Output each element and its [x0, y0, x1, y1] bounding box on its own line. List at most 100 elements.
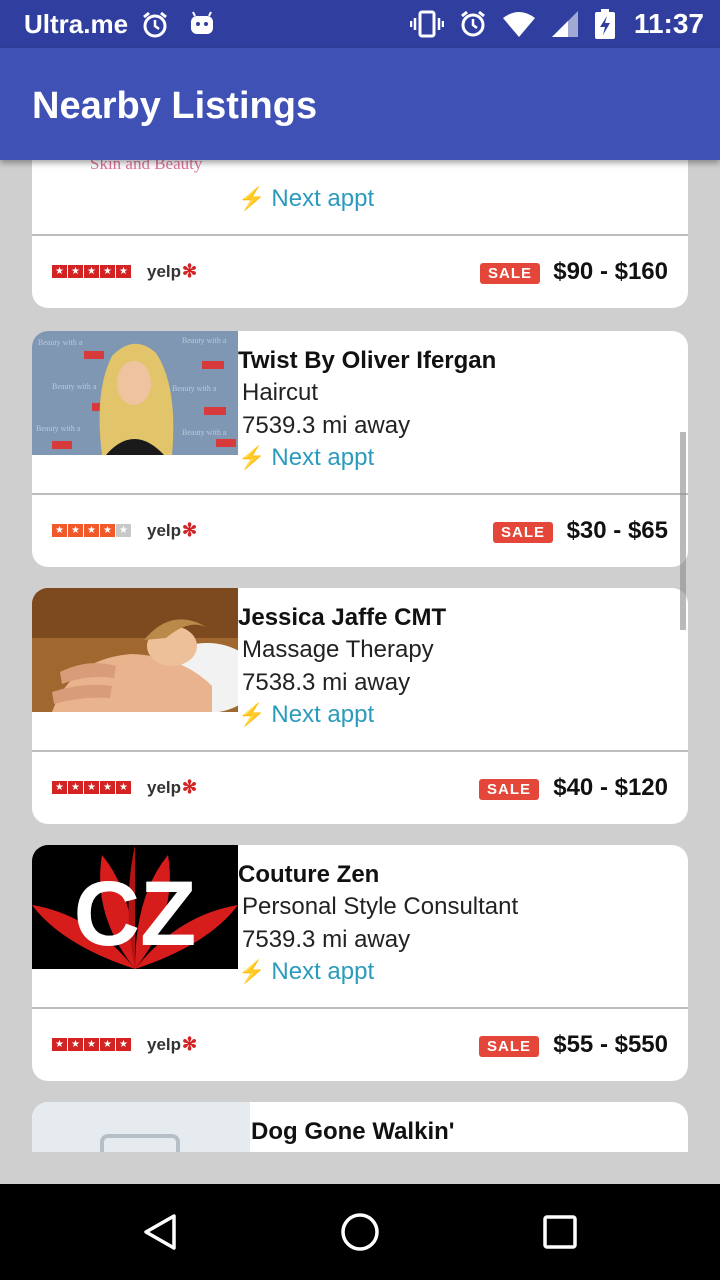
- divider: [32, 234, 688, 236]
- listing-photo: Beauty with a Beauty with a Beauty with a…: [32, 331, 238, 455]
- listing-category: Personal Style Consultant: [242, 893, 519, 920]
- star-icon: ★: [52, 265, 67, 278]
- home-icon[interactable]: [330, 1202, 390, 1262]
- listing-name: Twist By Oliver Ifergan: [238, 347, 497, 374]
- listing-card[interactable]: CZ Couture Zen Personal Style Consultant…: [32, 845, 688, 1081]
- yelp-logo: yelp✻: [147, 1034, 197, 1055]
- bolt-icon: ⚡: [238, 186, 266, 211]
- status-icons: 11:37: [409, 8, 704, 40]
- listing-category: Haircut: [242, 379, 319, 406]
- sale-badge: SALE: [478, 1036, 539, 1057]
- star-icon: ★: [84, 781, 99, 794]
- listing-top: CZ Couture Zen Personal Style Consultant…: [32, 845, 688, 1007]
- listing-top: Beauty with a Beauty with a Beauty with a…: [32, 331, 688, 493]
- star-icon: ★: [68, 781, 83, 794]
- svg-text:Beauty with a: Beauty with a: [182, 428, 227, 437]
- listing-name: Couture Zen: [238, 861, 380, 888]
- vibrate-icon: [409, 10, 444, 38]
- price-range: $30 - $65: [566, 517, 668, 544]
- listing-card[interactable]: Jessica Jaffe CMT Massage Therapy 7538.3…: [32, 588, 688, 824]
- listing-category: Massage Therapy: [242, 636, 434, 663]
- recents-icon[interactable]: [530, 1202, 590, 1262]
- logo-text: CZ: [74, 863, 197, 965]
- listing-logo-text: Skin and Beauty: [90, 160, 203, 173]
- yelp-rating-stars: ★ ★ ★ ★ ★: [52, 1038, 131, 1051]
- star-icon: ★: [84, 265, 99, 278]
- listing-photo-placeholder: [32, 1102, 250, 1152]
- yelp-text: yelp: [147, 262, 182, 281]
- listing-name: Dog Gone Walkin': [251, 1118, 455, 1145]
- next-appt-link[interactable]: ⚡ Next appt: [238, 958, 374, 986]
- star-icon: ★: [100, 1038, 115, 1051]
- app-bar: Nearby Listings: [0, 48, 720, 160]
- sale-badge: SALE: [479, 263, 540, 284]
- scrollbar[interactable]: [680, 432, 686, 630]
- yelp-logo: yelp✻: [147, 777, 197, 798]
- star-icon: ★: [84, 1038, 99, 1051]
- yelp-burst-icon: ✻: [182, 520, 198, 540]
- status-app-name: Ultra.me: [24, 9, 129, 39]
- bolt-icon: ⚡: [238, 445, 266, 470]
- star-icon: ★: [116, 781, 131, 794]
- star-icon: ★: [100, 524, 115, 537]
- alarm-icon: [460, 10, 485, 37]
- divider: [32, 1007, 688, 1009]
- price-range: $55 - $550: [553, 1031, 668, 1058]
- divider: [32, 750, 688, 752]
- next-appt-label: Next appt: [271, 701, 375, 728]
- navigation-bar: [0, 1184, 720, 1280]
- yelp-burst-icon: ✻: [182, 261, 198, 281]
- star-icon: ★: [84, 524, 99, 537]
- star-icon: ★: [100, 781, 115, 794]
- yelp-logo: yelp✻: [147, 261, 197, 282]
- price-range: $90 - $160: [553, 258, 668, 285]
- yelp-burst-icon: ✻: [182, 1034, 198, 1054]
- sale-badge: SALE: [478, 779, 539, 800]
- bolt-icon: ⚡: [238, 702, 266, 727]
- star-icon: ★: [68, 1038, 83, 1051]
- battery-charging-icon: [594, 9, 615, 39]
- wifi-icon: [502, 12, 535, 37]
- listing-card-partial-top[interactable]: Skin and Beauty ⚡ Next appt ★ ★ ★ ★ ★ yelp✻ …: [32, 160, 688, 308]
- star-icon: ★: [68, 524, 83, 537]
- listing-photo: [32, 588, 238, 712]
- bolt-icon: ⚡: [238, 959, 266, 984]
- star-icon: ★: [116, 1038, 131, 1051]
- divider: [32, 493, 688, 495]
- star-icon: ★: [52, 524, 67, 537]
- cell-signal-icon: [551, 11, 578, 37]
- listing-logo: CZ: [32, 845, 238, 969]
- listing-card[interactable]: Beauty with a Beauty with a Beauty with a…: [32, 331, 688, 567]
- svg-text:Beauty with a: Beauty with a: [38, 338, 83, 347]
- next-appt-label: Next appt: [271, 444, 375, 471]
- listing-distance: 7538.3 mi away: [242, 669, 411, 696]
- listing-top: Jessica Jaffe CMT Massage Therapy 7538.3…: [32, 588, 688, 750]
- listing-card-partial-bottom[interactable]: Dog Gone Walkin': [32, 1102, 688, 1152]
- status-bar: Ultra.me 11:37: [0, 0, 720, 48]
- svg-text:Beauty with a: Beauty with a: [182, 336, 227, 345]
- star-icon: ★: [68, 265, 83, 278]
- star-icon: ★: [52, 781, 67, 794]
- next-appt-label: Next appt: [271, 185, 375, 212]
- next-appt-link[interactable]: ⚡ Next appt: [238, 444, 374, 472]
- yelp-rating-stars: ★ ★ ★ ★ ★: [52, 265, 131, 278]
- star-icon: ★: [52, 1038, 67, 1051]
- yelp-rating-stars: ★ ★ ★ ★ ★: [52, 524, 131, 537]
- svg-text:Beauty with a: Beauty with a: [36, 424, 81, 433]
- listing-distance: 7539.3 mi away: [242, 412, 411, 439]
- back-icon[interactable]: [130, 1202, 190, 1262]
- next-appt-link[interactable]: ⚡ Next appt: [238, 185, 374, 213]
- yelp-text: yelp: [147, 778, 182, 797]
- price-range: $40 - $120: [553, 774, 668, 801]
- page-title: Nearby Listings: [32, 85, 318, 127]
- yelp-burst-icon: ✻: [182, 777, 198, 797]
- svg-text:Beauty with a: Beauty with a: [52, 382, 97, 391]
- status-time: 11:37: [633, 8, 704, 39]
- next-appt-link[interactable]: ⚡ Next appt: [238, 701, 374, 729]
- star-empty-icon: ★: [116, 524, 131, 537]
- listing-top: Skin and Beauty ⚡ Next appt: [32, 160, 688, 234]
- star-icon: ★: [116, 265, 131, 278]
- listings-list[interactable]: Skin and Beauty ⚡ Next appt ★ ★ ★ ★ ★ yelp✻ …: [0, 160, 720, 1152]
- alarm-icon: [143, 11, 167, 38]
- yelp-text: yelp: [147, 521, 182, 540]
